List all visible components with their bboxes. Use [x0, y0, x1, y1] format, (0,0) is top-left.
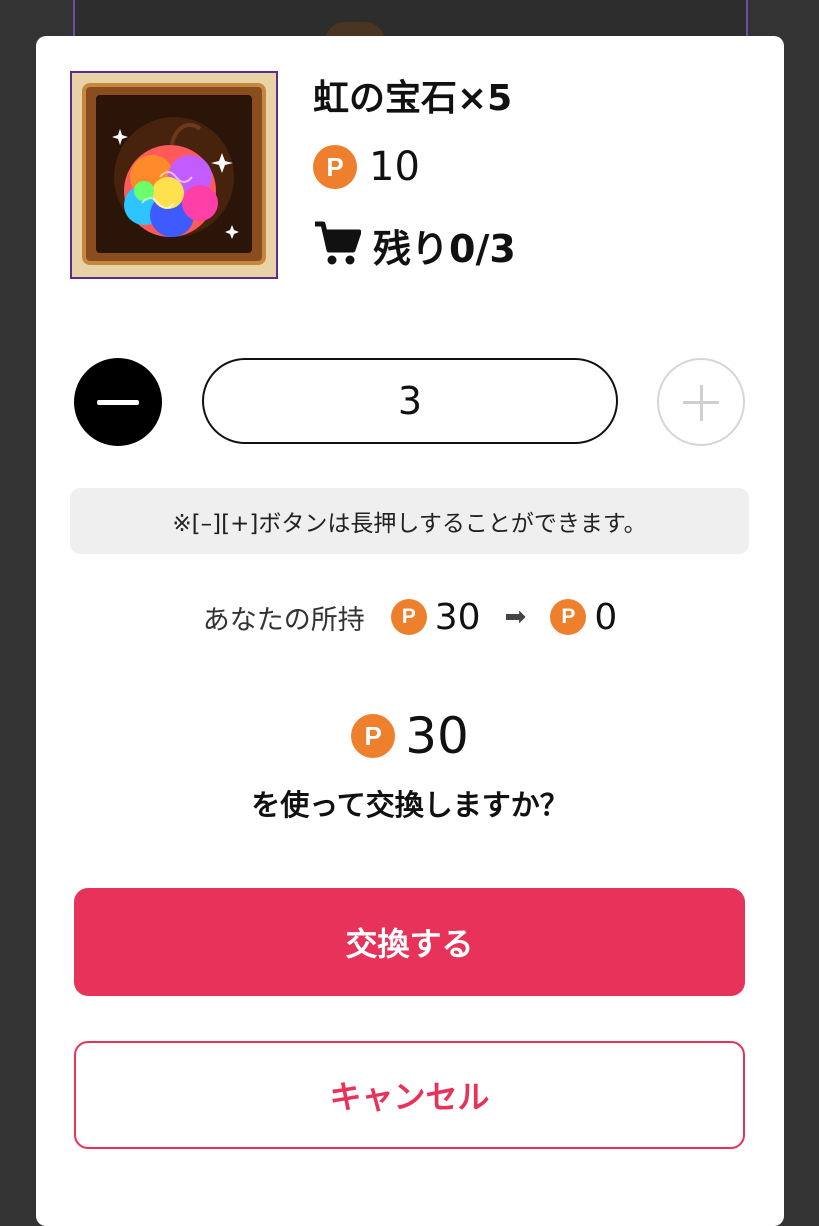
confirm-question: を使って交換しますか？ — [251, 788, 569, 822]
quantity-input[interactable]: 3 — [202, 358, 618, 444]
total-value: 30 — [405, 707, 469, 765]
item-name: 虹の宝石×5 — [313, 78, 513, 119]
cart-icon — [313, 220, 362, 270]
owned-points: あなたの所持 P 30 ➡ P 0 — [36, 592, 784, 642]
owned-label: あなたの所持 — [202, 604, 365, 636]
long-press-hint: ※[–][+]ボタンは長押しすることができます。 — [70, 488, 749, 554]
point-coin-icon: P — [351, 714, 396, 758]
point-coin-icon: P — [313, 145, 357, 189]
item-price: P 10 — [313, 142, 420, 192]
stock-remaining: 残り0/3 — [373, 226, 516, 271]
cancel-button[interactable]: キャンセル — [74, 1041, 745, 1149]
point-coin-icon: P — [550, 599, 587, 635]
item-stock: 残り0/3 — [313, 220, 516, 271]
point-coin-icon: P — [390, 599, 427, 635]
arrow-right-icon: ➡ — [504, 602, 527, 632]
exchange-dialog: 虹の宝石×5 P 10 残り0/3 3 ※[–][+]ボタンは長押しすることがで… — [36, 36, 784, 1226]
total-cost: P 30 — [36, 704, 784, 768]
exchange-button[interactable]: 交換する — [74, 888, 745, 996]
minus-icon — [97, 399, 139, 405]
increase-button[interactable] — [657, 358, 745, 446]
item-image — [70, 71, 278, 279]
owned-after: 0 — [594, 596, 618, 638]
decrease-button[interactable] — [74, 358, 162, 446]
owned-before: 30 — [434, 596, 481, 638]
price-value: 10 — [369, 144, 420, 190]
